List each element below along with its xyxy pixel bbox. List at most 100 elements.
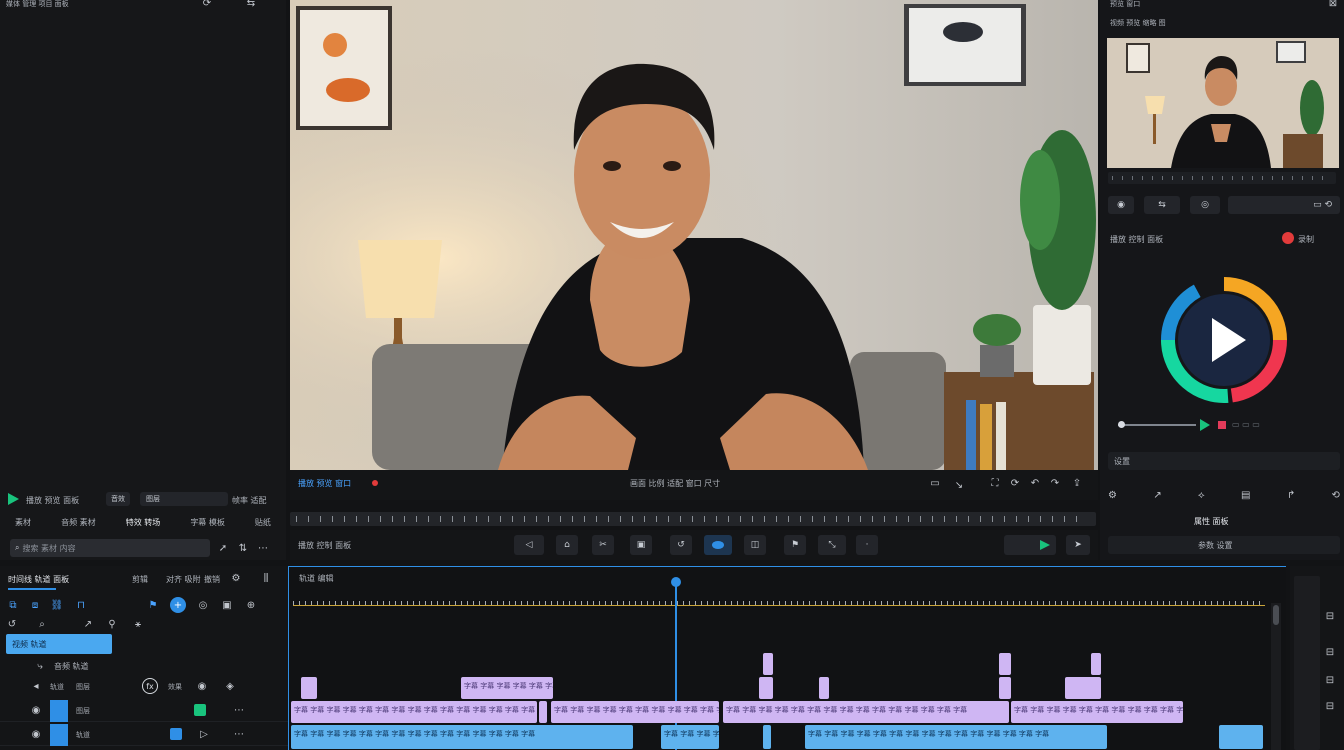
thumb-scrubber[interactable] [1108,172,1336,184]
mini-play-icon[interactable] [1200,419,1210,431]
side-icon-3[interactable]: ⊟ [1324,674,1336,686]
mini-slider[interactable] [1118,424,1196,426]
side-icon-4[interactable]: ⊟ [1324,700,1336,712]
marker-clip[interactable] [999,653,1011,675]
speed-button[interactable]: ⚑ [784,535,806,555]
play-preview-icon[interactable] [8,493,19,505]
marker-clip[interactable] [763,653,773,675]
rotate-button[interactable]: ↺ [670,535,692,555]
cut-button[interactable]: ✂ [592,535,614,555]
playhead-handle[interactable] [671,577,681,587]
video-clip[interactable]: 字幕 字幕 字幕 字幕 字幕 字幕 字幕 字幕 字幕 字幕 字幕 字幕 字幕 字… [661,725,719,749]
video-clip[interactable] [763,725,771,749]
marker-clip[interactable] [819,677,829,699]
timeline-menu-icon[interactable]: ⫼ [256,572,276,584]
view-icon[interactable]: ◎ [196,598,210,612]
subtitle-clip[interactable]: 字幕 字幕 字幕 字幕 字幕 字幕 字幕 字幕 字幕 字幕 字幕 字幕 字幕 字… [291,701,537,723]
audio-more-icon[interactable]: ⋯ [228,728,250,740]
home-button[interactable]: ⌂ [556,535,578,555]
snap-label[interactable]: 对齐 吸附 [166,574,201,585]
tab-effects[interactable]: 特效 转场 [126,517,161,528]
marker-clip[interactable] [1065,677,1101,699]
hide-icon[interactable]: ⌕ [36,618,48,630]
video-track-eye-icon[interactable]: ◉ [30,704,42,716]
video-clip[interactable]: 字幕 字幕 字幕 字幕 字幕 字幕 字幕 字幕 字幕 字幕 字幕 字幕 字幕 字… [291,725,633,749]
timeline-scrollbar[interactable] [1271,603,1281,750]
fps-label[interactable]: 帧率 适配 [232,495,267,506]
tool-icon-4[interactable]: ▤ [1241,486,1250,504]
mask-button[interactable]: ◫ [744,535,766,555]
video-track-select[interactable] [50,700,68,722]
frame-icon[interactable]: ▣ [220,598,234,612]
timeline-area[interactable]: 轨道 编辑 字幕 字幕 字幕 字幕 字幕 字幕 字幕 字幕 字幕 字幕 字幕 字… [288,566,1286,750]
color-button[interactable] [1004,535,1056,555]
title-clip[interactable]: 字幕 字幕 字幕 字幕 字幕 字幕 字幕 字幕 字幕 字幕 字幕 字幕 字幕 字… [461,677,553,699]
magnet-icon[interactable]: ⊓ [74,598,88,612]
video-clip[interactable]: 字幕 字幕 字幕 字幕 字幕 字幕 字幕 字幕 字幕 字幕 字幕 字幕 字幕 字… [805,725,1107,749]
audio-color-chip[interactable] [170,728,182,740]
wand-icon[interactable]: ⚹ [132,618,144,630]
marker-clip[interactable] [759,677,773,699]
time-ruler[interactable] [289,587,1269,607]
group-icon[interactable]: ⧈ [28,598,42,612]
mini-stop-icon[interactable] [1218,421,1226,429]
tool-icon-2[interactable]: ↗ [1153,486,1161,504]
refresh-icon[interactable]: ⟳ [200,0,214,9]
tab-audio[interactable]: 音频 素材 [61,517,96,528]
subtitle-clip[interactable] [539,701,547,723]
close-icon[interactable]: ⊠ [1326,0,1340,9]
loop-track-icon[interactable]: ↺ [6,618,18,630]
brush-icon[interactable]: ⚲ [106,618,118,630]
sort-icon[interactable]: ⇅ [236,541,250,555]
cut-label[interactable]: 剪辑 [132,574,148,585]
transform-button[interactable]: ⤡ [818,535,846,555]
split-icon[interactable]: ⧉ [6,598,20,612]
arrow-icon[interactable]: ➚ [216,541,230,555]
timeline-gear-icon[interactable]: ⚙ [230,572,242,584]
camera-button[interactable]: ▣ [630,535,652,555]
param-field[interactable]: 参数 设置 [1108,536,1340,554]
tool-icon-5[interactable]: ↱ [1287,486,1295,504]
settings-icon[interactable]: ⇆ [244,0,258,9]
side-icon-2[interactable]: ⊟ [1324,646,1336,658]
tab-text[interactable]: 字幕 模板 [190,517,225,528]
marker-clip[interactable] [999,677,1011,699]
tool-icon-6[interactable]: ⟲ [1332,486,1340,504]
more-icon[interactable]: ⋯ [256,541,270,555]
redo-icon[interactable]: ↷ [1048,476,1062,490]
audio-track-eye-icon[interactable]: ◉ [30,728,42,740]
side-icon-1[interactable]: ⊟ [1324,610,1336,622]
audio-icon[interactable]: ◎ [1190,196,1220,214]
send-button[interactable]: ➤ [1066,535,1090,555]
preview-thumbnail[interactable] [1107,38,1339,168]
layer-button[interactable]: 图层 [140,492,228,506]
tab-media[interactable]: 素材 [15,517,31,528]
track-toggle-icon[interactable]: ◂ [30,680,42,692]
selected-track[interactable]: 视频 轨道 [6,634,112,654]
tool-icon-3[interactable]: ⟡ [1198,486,1205,504]
step-back-button[interactable]: ◁ [514,535,544,555]
link-icon[interactable]: ⛓ [50,598,64,612]
record-dot-icon[interactable] [372,480,378,486]
speaker-icon[interactable]: ◈ [224,680,236,692]
video-color-chip[interactable] [194,704,206,716]
toggle-button[interactable]: ◉ [1108,196,1134,214]
add-track-button[interactable]: + [170,597,186,613]
record-button[interactable] [1282,232,1294,244]
audio-button[interactable]: 音效 [106,492,130,506]
undo-icon[interactable]: ↶ [1028,476,1042,490]
fx-badge[interactable]: fx [142,678,158,694]
undo-label[interactable]: 撤销 [204,574,220,585]
scrubber-ruler[interactable] [290,512,1096,526]
loop-icon[interactable]: ⟳ [1008,476,1022,490]
video-more-icon[interactable]: ⋯ [228,704,250,716]
marker-clip[interactable] [301,677,317,699]
subtitle-clip[interactable]: 字幕 字幕 字幕 字幕 字幕 字幕 字幕 字幕 字幕 字幕 字幕 字幕 字幕 字… [1011,701,1183,723]
crop-icon[interactable]: ▭ [928,476,942,490]
audio-play-icon[interactable]: ▷ [198,728,210,740]
arrow-tool-icon[interactable]: ↗ [82,618,94,630]
search-input[interactable]: ⌕ 搜索 素材 内容 [10,539,210,557]
play-wheel[interactable] [1158,274,1290,406]
active-tool-button[interactable] [704,535,732,555]
layout-button[interactable]: ▭ ⟲ [1228,196,1340,214]
